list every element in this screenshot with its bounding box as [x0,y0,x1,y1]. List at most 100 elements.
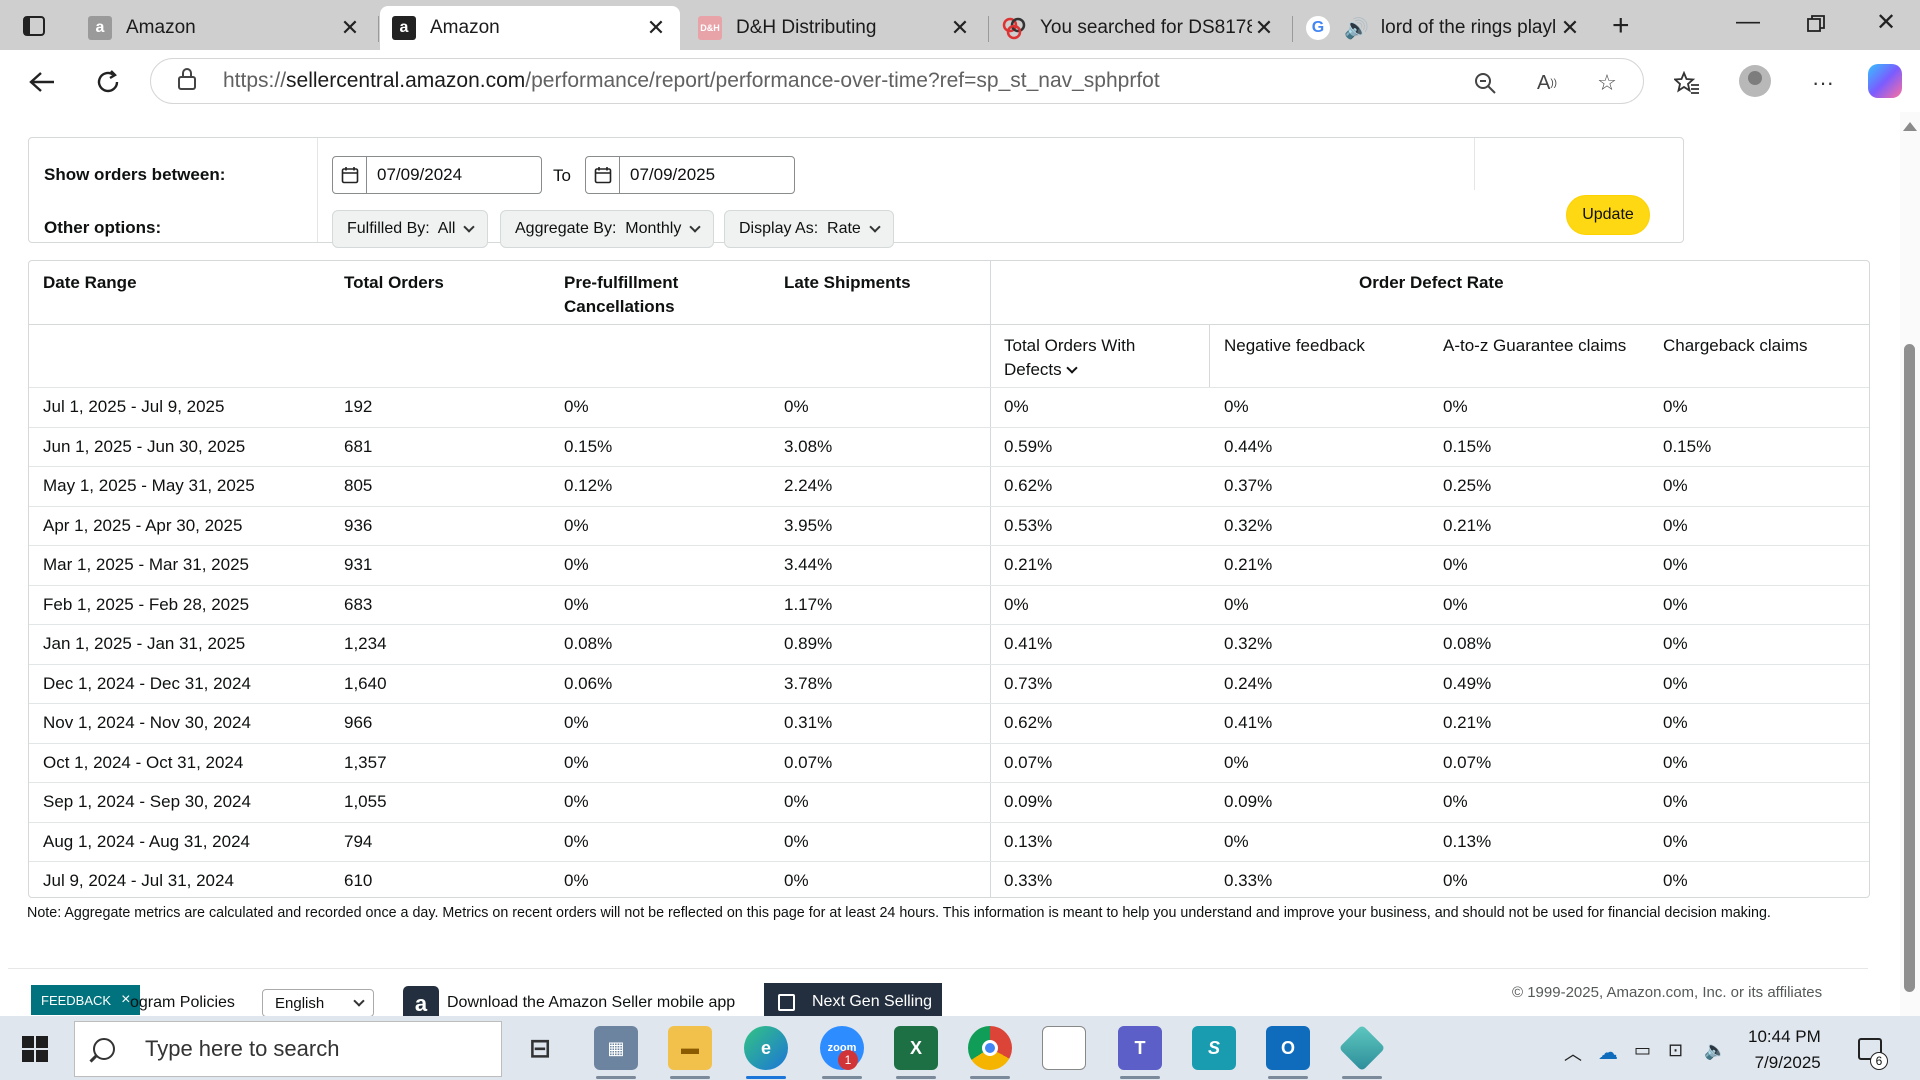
lock-icon[interactable] [177,67,199,96]
refresh-icon[interactable] [88,62,128,102]
copilot-icon[interactable] [1868,64,1902,98]
defects-cell: 0.73% [1004,673,1053,693]
display-as-dropdown[interactable]: Display As: Rate [724,210,894,248]
address-bar[interactable]: https://sellercentral.amazon.com/perform… [150,58,1644,104]
program-policies-link[interactable]: ogram Policies [130,994,235,1012]
running-indicator [1268,1076,1308,1079]
table-row: May 1, 2025 - May 31, 2025 805 0.12% 2.24% 0… [29,466,1869,506]
tab-separator [1292,16,1293,42]
atoz-claims-cell: 0.25% [1443,476,1492,495]
zoom-icon[interactable] [1471,69,1499,97]
total-orders-cell: 681 [344,436,373,456]
feedback-button[interactable]: FEEDBACK × [31,985,141,1015]
onedrive-icon[interactable]: ☁ [1598,1040,1618,1065]
scroll-up-icon[interactable] [1903,122,1917,131]
header-atoz-claims[interactable]: A-to-z Guarantee claims [1443,334,1626,358]
windows-taskbar: Type here to search ⊟ ▦ ▬ e zoom 1 X T S… [0,1016,1920,1080]
favorites-icon[interactable] [1672,68,1702,98]
negative-feedback-cell: 0.21% [1224,555,1273,574]
back-arrow-icon[interactable] [22,62,62,102]
chargeback-claims-cell: 0% [1663,634,1688,653]
chargeback-claims-cell: 0% [1663,752,1688,772]
taskbar-clock[interactable]: 10:44 PM 7/9/2025 [1748,1024,1821,1076]
minimize-icon[interactable]: — [1728,8,1768,36]
footer-divider [8,968,1868,969]
date-range-cell: Jul 1, 2025 - Jul 9, 2025 [43,397,225,416]
chrome-icon[interactable] [968,1026,1012,1070]
restore-icon[interactable] [1796,12,1836,40]
atoz-claims-cell: 0.21% [1443,713,1492,732]
tab-actions-icon[interactable] [18,13,50,39]
calendar-icon[interactable] [333,157,367,193]
table-row: Jul 1, 2025 - Jul 9, 2025 192 0% 0% 0% 0% 0% 0% [29,387,1869,427]
close-icon[interactable]: ✕ [644,15,668,41]
atoz-claims-cell: 0.49% [1443,673,1492,693]
header-total-orders[interactable]: Total Orders [344,271,444,295]
tab-lord-of-the-rings[interactable]: G 🔊 lord of the rings playl ✕ [1294,6,1594,50]
close-icon[interactable]: ✕ [1252,15,1276,41]
tab-amazon-1[interactable]: a Amazon ✕ [76,6,374,50]
app-diamond-icon[interactable] [1338,1024,1386,1072]
notepad-icon[interactable] [1042,1026,1086,1070]
close-icon[interactable]: ✕ [338,15,362,41]
calendar-icon[interactable] [586,157,620,193]
update-button[interactable]: Update [1566,195,1650,235]
aggregate-by-dropdown[interactable]: Aggregate By: Monthly [500,210,715,248]
header-late-shipments[interactable]: Late Shipments [784,271,911,295]
outlook-icon[interactable]: O [1266,1026,1310,1070]
fulfilled-by-dropdown[interactable]: Fulfilled By: All [332,210,489,248]
defects-cell: 0% [1004,397,1029,416]
page-content: Show orders between: Other options: 07/0… [0,112,1920,1022]
read-aloud-icon[interactable]: A)) [1533,69,1561,97]
excel-icon[interactable]: X [894,1026,938,1070]
header-pre-fulfillment-cancellations[interactable]: Pre-fulfillment Cancellations [564,271,678,319]
language-select[interactable]: English [262,989,374,1017]
performance-table: Date Range Total Orders Pre-fulfillment … [28,260,1870,898]
close-icon[interactable]: ✕ [1558,15,1582,41]
scribe-icon[interactable]: S [1192,1026,1236,1070]
sort-chevron-icon[interactable] [1065,362,1078,374]
from-date-field[interactable]: 07/09/2024 [332,156,542,194]
header-negative-feedback[interactable]: Negative feedback [1224,334,1365,358]
speaker-icon[interactable]: 🔊 [1344,16,1369,41]
divider [1474,138,1475,190]
windows-start-icon[interactable] [22,1036,48,1062]
battery-icon[interactable]: ▭ [1634,1040,1651,1061]
to-date-field[interactable]: 07/09/2025 [585,156,795,194]
date-range-cell: Feb 1, 2025 - Feb 28, 2025 [43,594,250,614]
scrollbar-thumb[interactable] [1904,344,1915,992]
page-scrollbar[interactable] [1900,112,1920,1016]
negative-feedback-cell: 0.32% [1224,515,1273,535]
chevron-up-icon[interactable]: ︿ [1564,1040,1582,1066]
pre-fulfillment-cell: 0% [564,397,589,416]
tab-search-results[interactable]: You searched for DS8178-S ✕ [990,6,1288,50]
negative-feedback-cell: 0.33% [1224,871,1273,890]
favorite-star-icon[interactable]: ☆ [1593,69,1621,97]
defects-cell: 0.41% [1004,634,1053,653]
tab-amazon-active[interactable]: a Amazon ✕ [380,6,680,50]
edge-icon[interactable]: e [744,1026,788,1070]
network-icon[interactable]: ⊡ [1668,1040,1683,1061]
header-total-orders-with-defects[interactable]: Total Orders With Defects [1004,334,1135,382]
total-orders-cell: 683 [344,594,373,614]
teams-icon[interactable]: T [1118,1026,1162,1070]
close-icon[interactable]: ✕ [948,15,972,41]
taskbar-search[interactable]: Type here to search [74,1021,502,1077]
date-range-cell: Apr 1, 2025 - Apr 30, 2025 [43,515,243,535]
profile-avatar[interactable] [1739,65,1771,97]
total-orders-cell: 192 [344,397,373,416]
file-explorer-icon[interactable]: ▬ [668,1026,712,1070]
download-app-link[interactable]: Download the Amazon Seller mobile app [447,994,735,1012]
task-view-icon[interactable]: ⊟ [518,1026,562,1070]
volume-icon[interactable]: 🔈 [1704,1040,1726,1061]
late-shipments-cell: 1.17% [784,594,833,614]
calculator-icon[interactable]: ▦ [594,1026,638,1070]
close-window-icon[interactable]: ✕ [1866,8,1906,37]
more-options-icon[interactable]: ··· [1808,68,1838,98]
show-orders-label: Show orders between: [44,165,226,184]
header-date-range[interactable]: Date Range [43,271,137,295]
header-chargeback-claims[interactable]: Chargeback claims [1663,334,1808,358]
negative-feedback-cell: 0.44% [1224,436,1273,456]
tab-dh-distributing[interactable]: D&H D&H Distributing ✕ [686,6,984,50]
new-tab-icon[interactable]: + [1612,9,1630,43]
